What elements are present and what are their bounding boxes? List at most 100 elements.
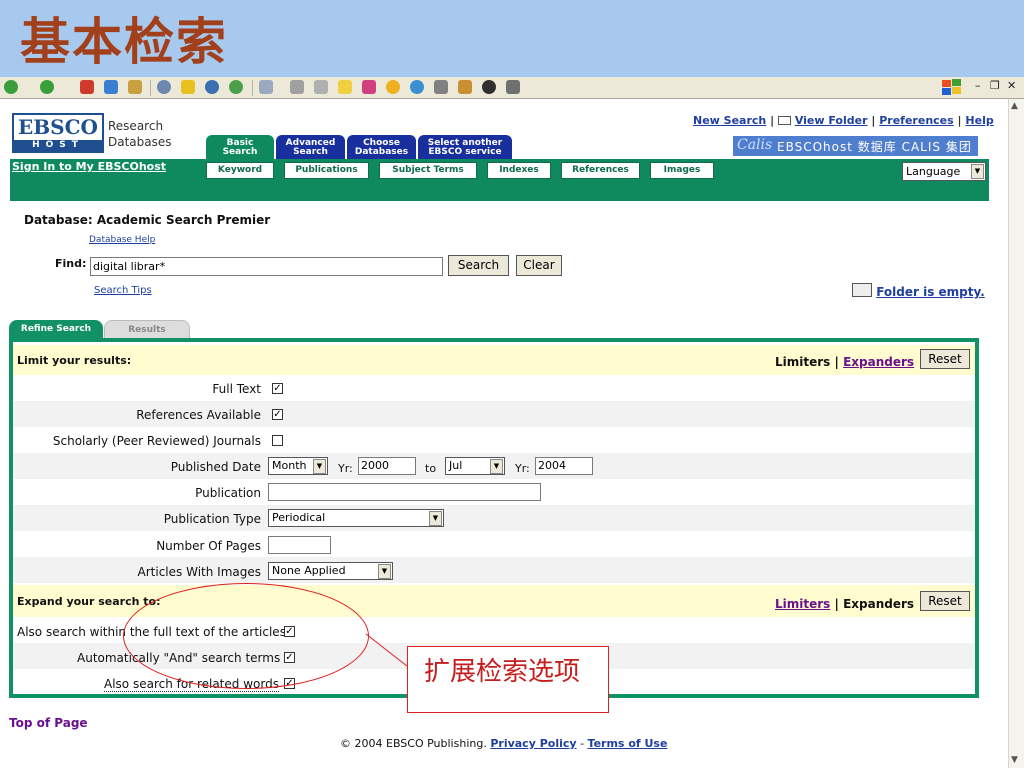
search-input[interactable]: digital librar* xyxy=(90,257,443,276)
reset-limits-button[interactable]: Reset xyxy=(920,349,970,369)
subtab-references[interactable]: References xyxy=(561,162,640,179)
chevron-down-icon: ▼ xyxy=(378,564,391,579)
print-icon[interactable] xyxy=(290,80,304,94)
windows-logo-icon xyxy=(942,79,961,95)
tab-refine-search[interactable]: Refine Search xyxy=(9,320,103,339)
back-icon[interactable] xyxy=(4,80,18,94)
expanders-link[interactable]: Expanders xyxy=(843,355,914,369)
field-row-full-text: Full Text ✓ xyxy=(13,375,975,401)
subtab-publications[interactable]: Publications xyxy=(284,162,369,179)
tab-line: Databases xyxy=(354,147,409,157)
tools-icon[interactable] xyxy=(434,80,448,94)
slide: 基本检索 – ❐ ✕ ▲ ▼ EBSCO HOST Research Datab… xyxy=(0,0,1024,768)
history-icon[interactable] xyxy=(229,80,243,94)
subtab-subject-terms[interactable]: Subject Terms xyxy=(379,162,477,179)
search-button[interactable]: Search xyxy=(448,255,509,276)
from-month-select[interactable]: Month ▼ xyxy=(268,457,328,475)
tab-choose-databases[interactable]: Choose Databases xyxy=(347,135,416,160)
favorites-icon[interactable] xyxy=(181,80,195,94)
help-link[interactable]: Help xyxy=(965,114,993,127)
tab-results[interactable]: Results xyxy=(104,320,190,339)
lock-icon[interactable] xyxy=(458,80,472,94)
home-icon[interactable] xyxy=(128,80,142,94)
yr-label: Yr: xyxy=(515,462,530,475)
number-of-pages-input[interactable] xyxy=(268,536,331,554)
tab-select-service[interactable]: Select another EBSCO service xyxy=(418,135,512,160)
vertical-scrollbar[interactable]: ▲ ▼ xyxy=(1008,99,1024,768)
scroll-up-icon[interactable]: ▲ xyxy=(1011,101,1018,111)
mail-icon[interactable] xyxy=(259,80,273,94)
product-line-1: Research xyxy=(108,119,164,133)
articles-with-images-label: Articles With Images xyxy=(137,565,261,579)
calculator-icon[interactable] xyxy=(506,80,520,94)
tab-advanced-search[interactable]: Advanced Search xyxy=(276,135,345,160)
references-checkbox[interactable]: ✓ xyxy=(272,409,283,420)
find-label: Find: xyxy=(55,257,87,270)
clear-button[interactable]: Clear xyxy=(516,255,562,276)
top-of-page-link[interactable]: Top of Page xyxy=(9,716,88,730)
publication-input[interactable] xyxy=(268,483,541,501)
globe-icon[interactable] xyxy=(410,80,424,94)
footer: © 2004 EBSCO Publishing. Privacy Policy … xyxy=(340,737,667,750)
subtab-keyword[interactable]: Keyword xyxy=(206,162,274,179)
smiley-icon[interactable] xyxy=(386,80,400,94)
toolbar-separator xyxy=(252,80,253,96)
subtab-images[interactable]: Images xyxy=(650,162,714,179)
limit-header: Limit your results: xyxy=(17,354,132,367)
terms-of-use-link[interactable]: Terms of Use xyxy=(588,737,668,750)
limit-toggle: Limiters | Expanders xyxy=(775,355,915,369)
limiters-link[interactable]: Limiters xyxy=(775,597,830,611)
forward-icon[interactable] xyxy=(40,80,54,94)
language-value: Language xyxy=(906,165,961,178)
new-search-link[interactable]: New Search xyxy=(693,114,766,127)
privacy-policy-link[interactable]: Privacy Policy xyxy=(490,737,576,750)
search-tips-link[interactable]: Search Tips xyxy=(94,285,152,296)
preferences-link[interactable]: Preferences xyxy=(879,114,953,127)
copyright-text: © 2004 EBSCO Publishing. xyxy=(340,737,487,750)
slide-title: 基本检索 xyxy=(20,12,228,71)
chevron-down-icon: ▼ xyxy=(313,459,326,474)
scroll-down-icon[interactable]: ▼ xyxy=(1011,755,1018,765)
close-icon[interactable]: ✕ xyxy=(1007,79,1016,92)
stop-icon[interactable] xyxy=(80,80,94,94)
published-date-label: Published Date xyxy=(170,460,261,474)
field-row-publication-type: Publication Type Periodical ▼ xyxy=(13,505,975,531)
chevron-down-icon: ▼ xyxy=(971,164,984,179)
full-text-checkbox[interactable]: ✓ xyxy=(272,383,283,394)
subtab-indexes[interactable]: Indexes xyxy=(487,162,551,179)
restore-icon[interactable]: ❐ xyxy=(990,79,1000,92)
reset-expanders-button[interactable]: Reset xyxy=(920,591,970,611)
sign-in-link[interactable]: Sign In to My EBSCOhost xyxy=(12,160,166,173)
articles-with-images-select[interactable]: None Applied ▼ xyxy=(268,562,393,580)
database-label: Database: Academic Search Premier xyxy=(24,213,271,227)
view-folder-link[interactable]: View Folder xyxy=(795,114,868,127)
edit-icon[interactable] xyxy=(314,80,328,94)
discuss-icon[interactable] xyxy=(338,80,352,94)
penguin-icon[interactable] xyxy=(482,80,496,94)
expanders-label: Expanders xyxy=(843,597,915,611)
minimize-icon[interactable]: – xyxy=(975,79,981,92)
to-month-value: Jul xyxy=(449,459,463,472)
tab-line: EBSCO service xyxy=(428,147,502,157)
tab-line: Search xyxy=(222,147,258,157)
scholarly-checkbox[interactable] xyxy=(272,435,283,446)
search-icon[interactable] xyxy=(157,80,171,94)
folder-status[interactable]: Folder is empty. xyxy=(852,283,985,299)
to-month-select[interactable]: Jul ▼ xyxy=(445,457,505,475)
publication-type-label: Publication Type xyxy=(163,512,261,526)
from-year-input[interactable]: 2000 xyxy=(358,457,416,475)
folder-status-text: Folder is empty. xyxy=(876,285,985,299)
chevron-down-icon: ▼ xyxy=(490,459,503,474)
limiters-label: Limiters xyxy=(775,355,831,369)
messenger-icon[interactable] xyxy=(362,80,376,94)
language-select[interactable]: Language ▼ xyxy=(902,162,986,181)
to-year-input[interactable]: 2004 xyxy=(535,457,593,475)
field-row-number-of-pages: Number Of Pages xyxy=(13,531,975,557)
publication-type-select[interactable]: Periodical ▼ xyxy=(268,509,444,527)
refresh-icon[interactable] xyxy=(104,80,118,94)
tab-basic-search[interactable]: Basic Search xyxy=(206,135,274,160)
database-help-link[interactable]: Database Help xyxy=(89,235,155,245)
media-icon[interactable] xyxy=(205,80,219,94)
expand-header: Expand your search to: xyxy=(17,595,161,608)
link-separator: | xyxy=(957,114,962,127)
